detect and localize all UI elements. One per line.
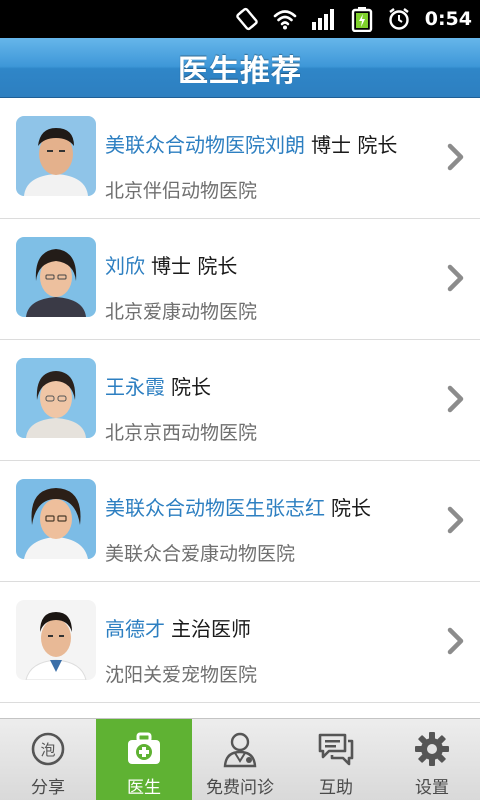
doctor-hospital: 北京京西动物医院 [105,422,258,444]
doctor-name: 美联众合动物医院刘朗 [105,133,305,157]
tab-doctor[interactable]: 医生 [96,719,192,800]
doctor-hospital: 美联众合爱康动物医院 [105,543,296,565]
chevron-right-icon [447,143,464,171]
doctor-list: 美联众合动物医院刘朗 博士 院长 北京伴侣动物医院 刘欣 博士 院长 北京爱康动物医… [0,98,480,718]
doctor-title: 院长 [171,375,211,399]
doctor-name: 高德才 [105,617,165,641]
doctor-hospital: 北京爱康动物医院 [105,301,258,323]
doctor-title: 博士 院长 [311,133,398,157]
doctor-hospital: 沈阳关爱宠物医院 [105,664,258,686]
doctor-name-line: 刘欣 博士 院长 [105,250,237,279]
tab-label: 互助 [319,778,353,798]
status-bar: 0:54 [0,0,480,38]
status-icons: 0:54 [235,0,472,38]
gear-icon [412,731,452,767]
chevron-right-icon [447,627,464,655]
chevron-right-icon [447,385,464,413]
doctor-avatar [16,116,96,196]
doctor-list-item[interactable]: 美联众合动物医生张志红 院长 美联众合爱康动物医院 [0,461,480,582]
doctor-list-item[interactable]: 王永霞 院长 北京京西动物医院 [0,340,480,461]
doctor-title: 主治医师 [171,617,251,641]
doctor-name: 美联众合动物医生张志红 [105,496,325,520]
tab-label: 设置 [415,778,449,798]
doctor-title: 博士 院长 [151,254,238,278]
signal-icon [311,8,337,30]
doctor-hospital: 北京伴侣动物医院 [105,180,258,202]
tab-mutual-help[interactable]: 互助 [288,719,384,800]
bottom-tab-bar: 泡 分享 医生 免费问诊 互助 设置 [0,718,480,800]
doctor-list-item[interactable]: 高德才 主治医师 沈阳关爱宠物医院 [0,582,480,703]
chat-icon [316,731,356,767]
status-clock: 0:54 [424,8,472,30]
wifi-icon [273,8,297,30]
tab-label: 免费问诊 [206,778,274,798]
doctor-avatar [16,358,96,438]
svg-text:泡: 泡 [40,741,55,759]
screen-rotate-icon [235,7,259,31]
bubble-icon: 泡 [28,731,68,767]
doctor-consult-icon [220,731,260,768]
doctor-avatar [16,600,96,680]
page-title: 医生推荐 [178,53,302,89]
doctor-name-line: 王永霞 院长 [105,371,211,400]
doctor-title: 院长 [331,496,371,520]
doctor-name: 王永霞 [105,375,165,399]
tab-free-consult[interactable]: 免费问诊 [192,719,288,800]
doctor-name: 刘欣 [105,254,145,278]
chevron-right-icon [447,264,464,292]
tab-label: 分享 [31,778,65,798]
doctor-list-item[interactable]: 刘欣 博士 院长 北京爱康动物医院 [0,219,480,340]
doctor-name-line: 高德才 主治医师 [105,613,251,642]
alarm-icon [387,7,411,31]
doctor-name-line: 美联众合动物医生张志红 院长 [105,492,371,521]
doctor-name-line: 美联众合动物医院刘朗 博士 院长 [105,129,397,158]
battery-charging-icon [351,6,373,32]
doctor-avatar [16,479,96,559]
tab-share[interactable]: 泡 分享 [0,719,96,800]
title-bar: 医生推荐 [0,38,480,98]
medical-kit-icon [124,731,164,767]
doctor-avatar [16,237,96,317]
chevron-right-icon [447,506,464,534]
doctor-list-item[interactable]: 美联众合动物医院刘朗 博士 院长 北京伴侣动物医院 [0,98,480,219]
tab-settings[interactable]: 设置 [384,719,480,800]
tab-label: 医生 [127,778,161,798]
